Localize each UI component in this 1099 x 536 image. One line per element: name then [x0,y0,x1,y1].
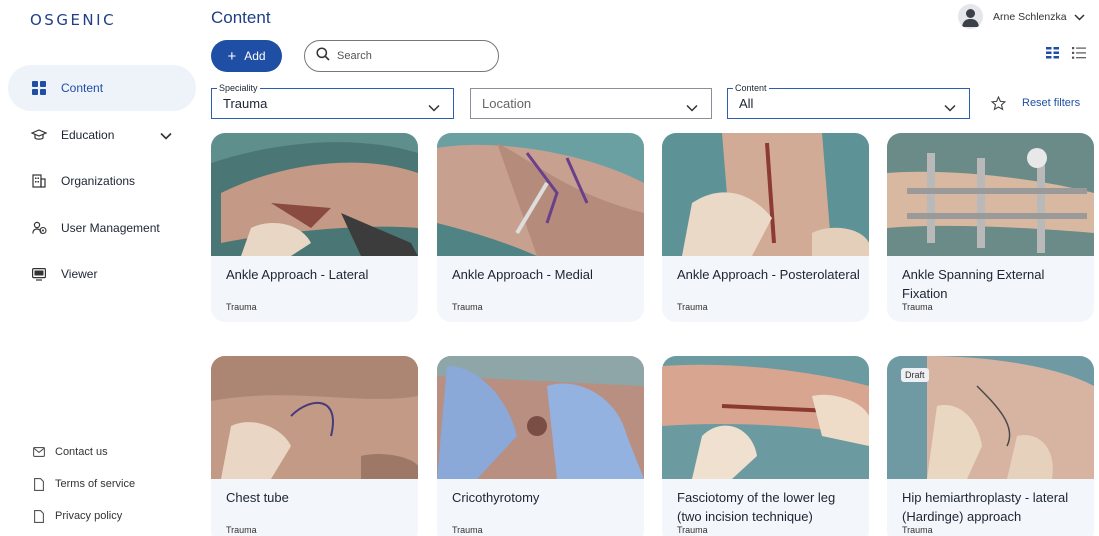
content-select[interactable]: Content All [727,83,970,119]
monitor-icon [31,266,47,282]
card-thumbnail [887,133,1094,256]
content-card[interactable]: Ankle Approach - Posterolateral Trauma [662,133,869,322]
list-view-button[interactable] [1071,47,1087,63]
reset-filters-link[interactable]: Reset filters [1022,97,1080,109]
card-title: Ankle Approach - Posterolateral [677,267,860,282]
card-title: Ankle Approach - Lateral [226,267,369,282]
card-category: Trauma [902,302,933,312]
search-input[interactable] [337,50,477,62]
sidebar-item-label: Education [61,128,115,142]
content-card[interactable]: Ankle Approach - Medial Trauma [437,133,644,322]
card-title: Hip hemiarthroplasty - lateral (Hardinge… [902,490,1069,524]
content-card[interactable]: Fasciotomy of the lower leg (two incisio… [662,356,869,536]
card-thumbnail [437,133,644,256]
document-icon [32,509,46,523]
sidebar: OSGENIC Content Education Organizations [0,0,200,536]
content-card[interactable]: Ankle Spanning External Fixation Trauma [887,133,1094,322]
user-name: Arne Schlenzka [993,10,1067,23]
speciality-value: Trauma [223,96,268,111]
card-title: Fasciotomy of the lower leg (two incisio… [677,490,836,524]
card-category: Trauma [226,302,257,312]
card-category: Trauma [452,525,483,535]
content-card[interactable]: Cricothyrotomy Trauma [437,356,644,536]
card-thumbnail [437,356,644,479]
card-category: Trauma [677,302,708,312]
card-category: Trauma [452,302,483,312]
content-card[interactable]: Ankle Approach - Lateral Trauma [211,133,418,322]
plus-icon: + [227,47,237,65]
card-title: Chest tube [226,490,289,505]
chevron-down-icon [428,99,440,117]
sidebar-item-organizations[interactable]: Organizations [8,158,196,204]
add-button-label: Add [244,49,266,63]
chevron-down-icon [686,99,698,117]
search-box[interactable] [304,40,499,72]
users-icon [31,220,47,236]
content-card[interactable]: Chest tube Trauma [211,356,418,536]
content-legend: Content [733,83,769,93]
chevron-down-icon[interactable] [160,127,172,145]
sidebar-item-label: User Management [61,221,160,235]
graduation-cap-icon [31,127,47,143]
card-thumbnail: Draft [887,356,1094,479]
sidebar-item-content[interactable]: Content [8,65,196,111]
content-card[interactable]: Draft Hip hemiarthroplasty - lateral (Ha… [887,356,1094,536]
content-value: All [739,96,754,111]
speciality-select[interactable]: Speciality Trauma [211,83,454,119]
terms-of-service-link[interactable]: Terms of service [32,477,135,491]
grid-icon [31,80,47,96]
chevron-down-icon [1074,8,1085,26]
speciality-legend: Speciality [217,83,260,93]
card-thumbnail [662,133,869,256]
star-icon[interactable] [990,95,1007,116]
sidebar-item-label: Organizations [61,174,136,188]
grid-view-icon [1045,46,1059,64]
location-placeholder: Location [482,96,532,111]
card-category: Trauma [226,525,257,535]
logo[interactable]: OSGENIC [30,11,116,29]
app-root: OSGENIC Content Education Organizations [0,0,1099,536]
document-icon [32,477,46,491]
location-select[interactable]: Location [470,88,712,119]
card-title: Ankle Approach - Medial [452,267,593,282]
sidebar-item-user-management[interactable]: User Management [8,205,196,251]
card-category: Trauma [677,525,708,535]
sidebar-item-label: Viewer [61,267,98,281]
grid-view-button[interactable] [1044,47,1060,63]
card-title: Cricothyrotomy [452,490,540,505]
avatar [958,4,983,29]
add-button[interactable]: + Add [211,40,282,72]
card-title: Ankle Spanning External Fixation [902,267,1045,301]
draft-badge: Draft [901,368,929,382]
contact-us-link[interactable]: Contact us [32,445,108,459]
card-thumbnail [211,356,418,479]
privacy-policy-label: Privacy policy [55,510,123,522]
contact-us-label: Contact us [55,446,108,458]
sidebar-item-label: Content [61,81,104,95]
sidebar-item-education[interactable]: Education [8,112,196,158]
card-thumbnail [662,356,869,479]
page-title: Content [211,8,271,27]
card-thumbnail [211,133,418,256]
mail-icon [32,445,46,459]
search-icon [316,46,330,66]
sidebar-item-viewer[interactable]: Viewer [8,251,196,297]
user-menu[interactable]: Arne Schlenzka [958,4,1085,29]
building-icon [31,173,47,189]
terms-of-service-label: Terms of service [55,478,136,490]
list-view-icon [1072,46,1086,64]
privacy-policy-link[interactable]: Privacy policy [32,509,122,523]
card-category: Trauma [902,525,933,535]
chevron-down-icon [944,99,956,117]
